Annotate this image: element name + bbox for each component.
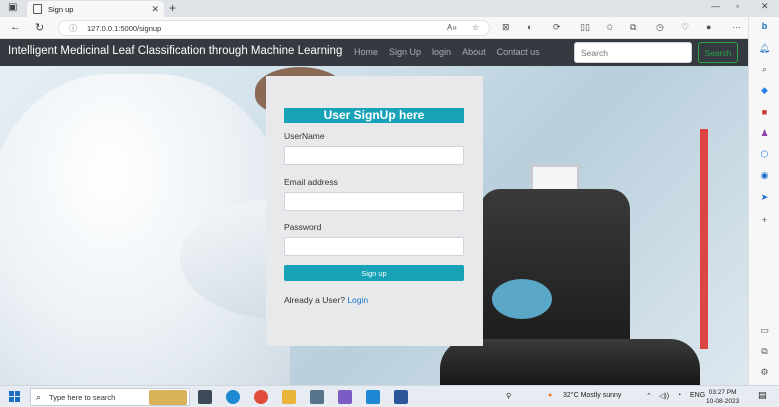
nav-link-login[interactable]: login [432, 47, 451, 57]
site-navbar: Intelligent Medicinal Leaf Classificatio… [0, 39, 748, 66]
password-label: Password [284, 222, 322, 232]
nav-link-home[interactable]: Home [354, 47, 378, 57]
more-options-icon[interactable]: ··· [732, 22, 741, 32]
glove-image [492, 279, 552, 319]
shopping-icon[interactable]: ◆ [758, 85, 771, 96]
login-link[interactable]: Login [347, 295, 368, 305]
close-window-icon[interactable]: ✕ [761, 1, 769, 12]
favorites-icon[interactable]: ✩ [606, 22, 614, 33]
settings-gear-icon[interactable]: ⚙ [758, 367, 771, 378]
lab-equipment-image [700, 129, 708, 349]
favorite-star-icon[interactable]: ☆ [472, 23, 479, 32]
task-view-icon[interactable] [198, 390, 212, 404]
weather-icon[interactable]: ● [548, 392, 552, 399]
external-link-icon[interactable]: ⧉ [758, 346, 771, 357]
username-label: UserName [284, 131, 325, 141]
volume-icon[interactable]: ◁)) [659, 392, 669, 400]
page-viewport: Intelligent Medicinal Leaf Classificatio… [0, 39, 748, 385]
refresh-ext-icon[interactable]: ⟳ [553, 22, 561, 33]
tab-title: Sign up [48, 4, 74, 14]
sidebar-layout-icon[interactable]: ▭ [758, 325, 771, 336]
nav-link-about[interactable]: About [462, 47, 486, 57]
file-explorer-icon[interactable] [282, 390, 296, 404]
already-user-text: Already a User? Login [284, 295, 368, 305]
signup-button[interactable]: Sign up [284, 265, 464, 281]
visual-studio-icon[interactable] [338, 390, 352, 404]
email-field[interactable] [284, 192, 464, 211]
refresh-icon[interactable]: ↻ [35, 21, 44, 34]
extension-2-icon[interactable]: ◐ [527, 22, 532, 32]
read-aloud-icon[interactable]: A» [447, 23, 457, 32]
search-icon[interactable]: ⌕ [758, 64, 771, 75]
word-icon[interactable] [394, 390, 408, 404]
tools-icon[interactable]: ■ [758, 107, 771, 117]
network-icon[interactable]: ◔ [677, 392, 681, 399]
chrome-app-icon[interactable] [254, 390, 268, 404]
clock-date: 10-08-2023 [706, 398, 740, 405]
password-field[interactable] [284, 237, 464, 256]
taskbar-search-placeholder: Type here to search [49, 392, 116, 402]
site-brand[interactable]: Intelligent Medicinal Leaf Classificatio… [8, 45, 342, 57]
nav-link-contact[interactable]: Contact us [497, 47, 540, 57]
info-icon[interactable]: ⓘ [69, 23, 77, 34]
back-arrow-icon[interactable]: ← [10, 21, 21, 33]
address-bar[interactable]: ⓘ 127.0.0.1:5000/signup A» ☆ [58, 20, 490, 36]
browser-essentials-icon[interactable]: ♡ [681, 22, 689, 33]
already-user-label: Already a User? [284, 295, 345, 305]
history-icon[interactable]: ◷ [656, 22, 664, 33]
page-icon [33, 4, 42, 14]
close-tab-icon[interactable]: ✕ [151, 4, 159, 15]
app-icon[interactable] [310, 390, 324, 404]
browser-tab-strip: ▣ Sign up ✕ + — ▫ ✕ [0, 0, 779, 17]
show-hidden-icons[interactable]: ⌃ [646, 392, 652, 400]
language-indicator[interactable]: ENG [690, 392, 705, 399]
add-icon[interactable]: + [758, 215, 771, 225]
windows-logo-icon[interactable] [9, 391, 20, 402]
new-tab-icon[interactable]: + [169, 1, 176, 15]
split-screen-icon[interactable]: ▯▯ [580, 22, 590, 33]
clock-time: 03:27 PM [708, 389, 737, 396]
extension-icon[interactable]: ⊠ [502, 22, 510, 33]
search-highlight-image [149, 390, 187, 405]
minimize-icon[interactable]: — [711, 1, 720, 11]
email-label: Email address [284, 177, 338, 187]
weather-text[interactable]: 32°C Mostly sunny [563, 392, 621, 399]
search-button[interactable]: Search [698, 42, 738, 63]
notification-center-icon[interactable]: ▤ [758, 390, 767, 401]
profile-icon[interactable]: ● [706, 22, 711, 32]
search-icon: ⌕ [36, 391, 42, 402]
send-icon[interactable]: ➤ [758, 192, 771, 203]
url-text: 127.0.0.1:5000/signup [87, 23, 162, 33]
windows-taskbar: ⌕ Type here to search ⚲ ● 32°C Mostly su… [0, 385, 779, 407]
people-tray-icon[interactable]: ⚲ [506, 392, 511, 400]
username-field[interactable] [284, 146, 464, 165]
bing-icon[interactable]: b [758, 21, 771, 31]
nav-links: Home Sign Up login About Contact us [354, 47, 540, 57]
browser-tab[interactable]: Sign up ✕ [27, 1, 164, 17]
tab-actions-icon[interactable]: ▣ [8, 2, 17, 13]
office-icon[interactable]: ⬡ [758, 149, 771, 160]
collections-icon[interactable]: ⧉ [630, 22, 636, 33]
edge-app-icon[interactable] [226, 390, 240, 404]
clock[interactable]: 03:27 PM 10-08-2023 [706, 388, 739, 406]
maximize-icon[interactable]: ▫ [736, 1, 739, 11]
outlook-icon[interactable]: ◉ [758, 170, 771, 181]
vscode-icon[interactable] [366, 390, 380, 404]
address-row: ← ↻ ⓘ 127.0.0.1:5000/signup A» ☆ ⊠ ◐ ⟳ ▯… [0, 17, 779, 39]
notifications-icon[interactable]: 🔔︎ [758, 43, 771, 54]
people-icon[interactable]: ♟ [758, 128, 771, 139]
search-input[interactable] [574, 42, 692, 63]
nav-link-signup[interactable]: Sign Up [389, 47, 421, 57]
signup-title: User SignUp here [284, 108, 464, 123]
edge-sidebar: b 🔔︎ ⌕ ◆ ■ ♟ ⬡ ◉ ➤ + ▭ ⧉ ⚙ [748, 17, 779, 385]
signup-card: User SignUp here UserName Email address … [266, 76, 483, 346]
taskbar-search[interactable]: ⌕ Type here to search [30, 388, 190, 406]
